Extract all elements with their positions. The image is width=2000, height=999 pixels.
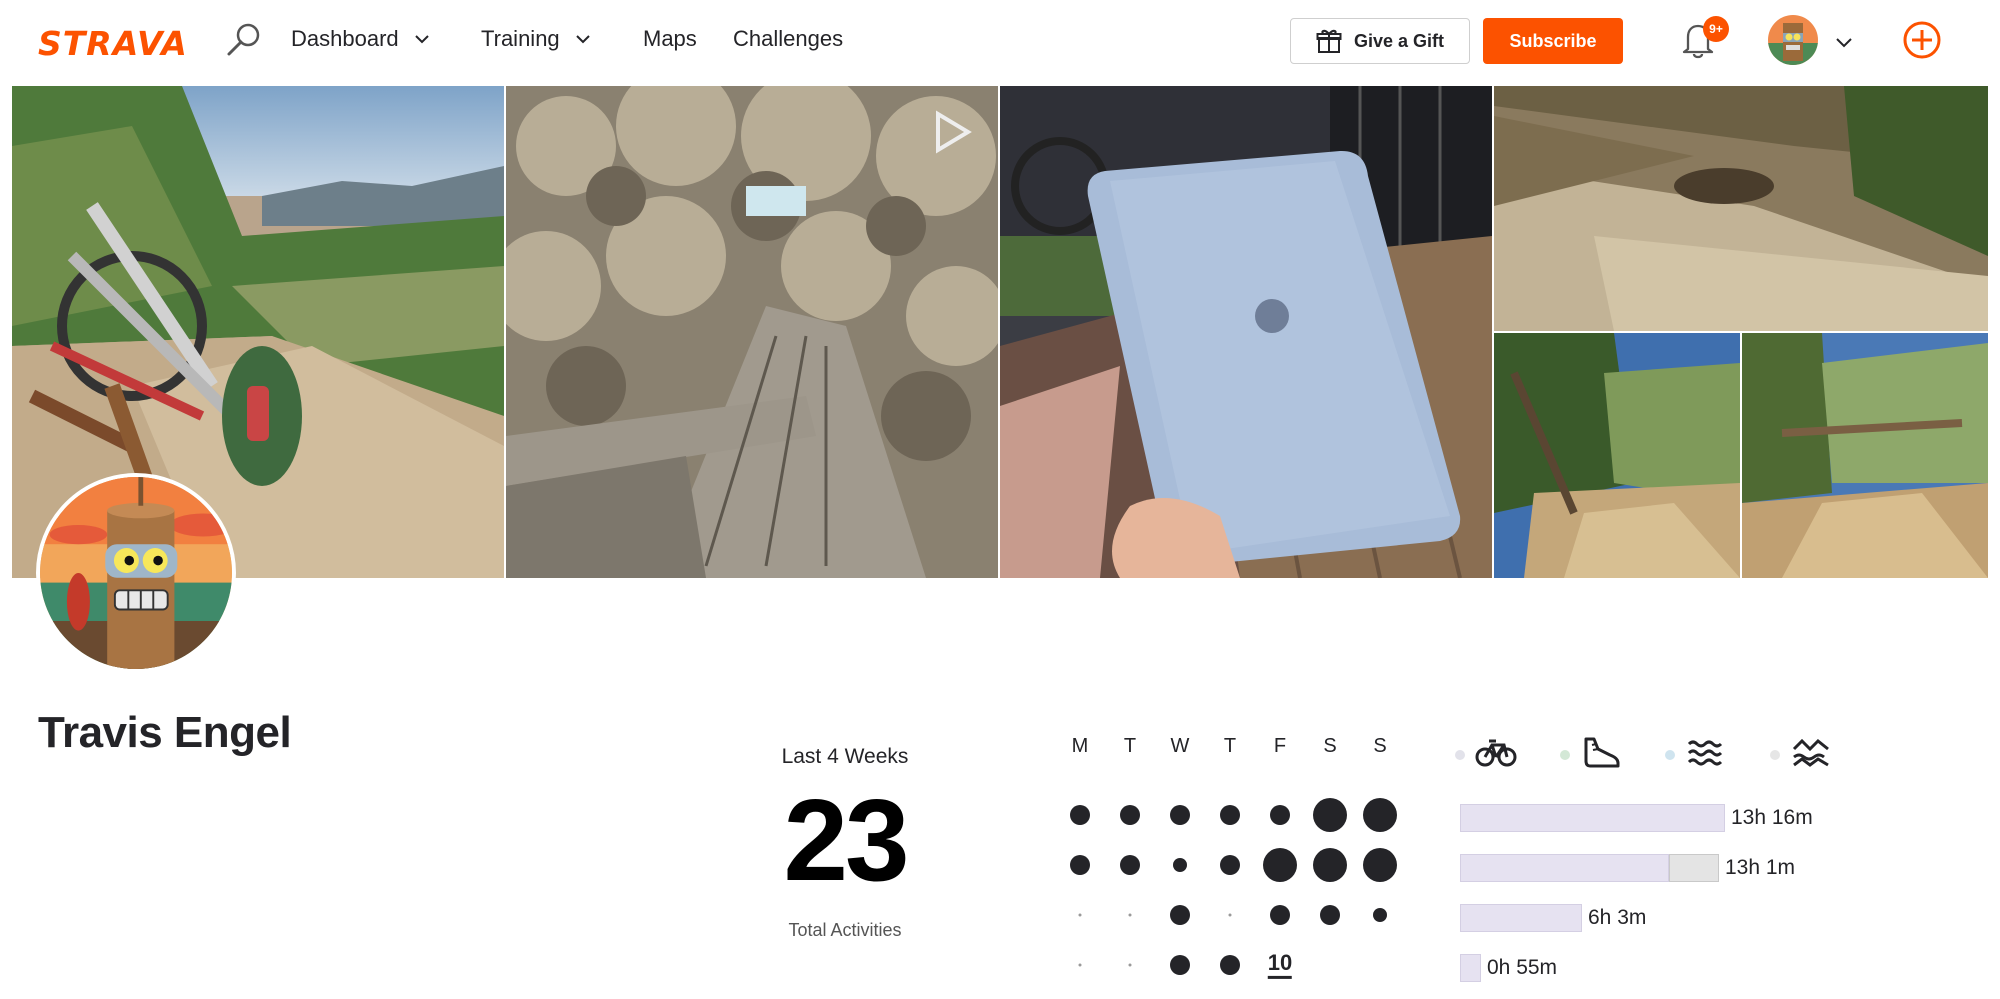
calendar-activity-dot[interactable] [1078,963,1082,967]
avatar[interactable] [1768,15,1818,65]
nav-maps-label: Maps [643,26,697,51]
photo-strip [12,86,1988,578]
time-bar-row: 6h 3m [1460,904,1646,932]
calendar-activity-dot[interactable] [1263,848,1297,882]
nav-dashboard[interactable]: Dashboard [291,26,431,52]
photo-trail-with-debris[interactable] [1494,86,1988,331]
calendar-activity-dot[interactable] [1313,848,1347,882]
calendar-activity-dot[interactable] [1220,855,1240,875]
calendar-activity-dot[interactable] [1170,805,1190,825]
time-bar-value: 13h 16m [1731,806,1813,829]
calendar-activity-dot[interactable] [1078,913,1082,917]
chevron-down-icon [414,35,429,44]
calendar-day-header: M [1071,735,1089,757]
sport-indicator-dot [1560,749,1570,760]
calendar-activity-dot[interactable] [1228,913,1232,917]
sport-filter-other-activity[interactable] [1770,735,1832,774]
nav-maps[interactable]: Maps [643,26,697,52]
gift-icon [1316,29,1342,53]
nav-challenges[interactable]: Challenges [733,26,843,52]
calendar-activity-dot[interactable] [1220,955,1240,975]
time-bar-fill [1460,854,1669,882]
nav-training[interactable]: Training [481,26,592,52]
calendar-today-marker: 10 [1267,950,1293,980]
stats-period-label: Last 4 Weeks [781,745,909,768]
calendar-activity-dot[interactable] [1270,805,1290,825]
sport-indicator-dot [1455,749,1465,760]
photo-laptop-on-porch[interactable] [1000,86,1492,578]
calendar-activity-dot[interactable] [1320,905,1340,925]
chevron-down-icon[interactable] [1834,32,1854,52]
calendar-day-header: S [1373,735,1387,757]
calendar-day-header: S [1323,735,1337,757]
photo-trail-fallen-trees-left[interactable] [1494,333,1740,578]
calendar-activity-dot[interactable] [1170,905,1190,925]
calendar-activity-dot[interactable] [1173,858,1187,872]
photo-fallen-tree-canopy[interactable] [506,86,998,578]
calendar-day-header: W [1170,735,1190,757]
strava-logo[interactable]: STRAVA [38,24,188,63]
time-bar-value: 13h 1m [1725,856,1796,879]
time-bar-value: 6h 3m [1588,906,1647,929]
total-activities-label: Total Activities [788,920,902,940]
sport-filter-bike[interactable] [1455,735,1517,774]
calendar-activity-dot[interactable] [1313,798,1347,832]
photo-trail-fallen-trees-right[interactable] [1742,333,1988,578]
time-bar-fill [1460,904,1582,932]
other-activity-icon [1790,735,1832,774]
calendar-activity-dot[interactable] [1128,963,1132,967]
calendar-activity-dot[interactable] [1128,913,1132,917]
calendar-activity-dot[interactable] [1120,855,1140,875]
time-bar-fill [1460,804,1725,832]
time-bar-row: 13h 16m [1460,804,1813,832]
sport-indicator-dot [1770,749,1780,760]
give-gift-button[interactable]: Give a Gift [1290,18,1470,64]
sport-indicator-dot [1665,749,1675,760]
calendar-activity-dot[interactable] [1220,805,1240,825]
calendar-activity-dot[interactable] [1373,908,1387,922]
calendar-activity-dot[interactable] [1120,805,1140,825]
time-bar-fill [1460,954,1481,982]
search-icon[interactable] [224,20,264,60]
top-nav: STRAVA Dashboard Training Maps Challenge… [0,0,2000,82]
calendar-day-header: F [1273,735,1287,757]
nav-training-label: Training [481,26,560,51]
time-bar-row: 0h 55m [1460,954,1557,982]
add-activity-plus-icon[interactable] [1902,20,1942,60]
total-activities-count: 23 [783,775,909,905]
calendar-activity-dot[interactable] [1270,905,1290,925]
swim-icon [1685,735,1727,774]
chevron-down-icon [575,35,590,44]
sport-filter-row [1455,735,1855,775]
notification-badge: 9+ [1703,16,1729,42]
calendar-activity-dot[interactable] [1070,805,1090,825]
profile-avatar[interactable] [36,473,236,673]
run-shoe-icon [1580,735,1622,774]
athlete-name: Travis Engel [38,708,292,757]
calendar-activity-dot[interactable] [1070,855,1090,875]
calendar-activity-dot[interactable] [1363,798,1397,832]
calendar-day-header: T [1123,735,1137,757]
calendar-activity-dot[interactable] [1363,848,1397,882]
time-bar-extra [1669,854,1719,882]
sport-filter-run-shoe[interactable] [1560,735,1622,774]
activity-calendar: M T W T F S S 10 [1055,735,1425,995]
time-bar-value: 0h 55m [1487,956,1558,979]
nav-challenges-label: Challenges [733,26,844,51]
nav-dashboard-label: Dashboard [291,26,399,51]
sport-filter-swim[interactable] [1665,735,1727,774]
give-gift-label: Give a Gift [1353,30,1445,51]
subscribe-button[interactable]: Subscribe [1483,18,1623,64]
calendar-activity-dot[interactable] [1170,955,1190,975]
time-bar-row: 13h 1m [1460,854,1795,882]
bike-icon [1475,735,1517,774]
calendar-day-header: T [1223,735,1237,757]
